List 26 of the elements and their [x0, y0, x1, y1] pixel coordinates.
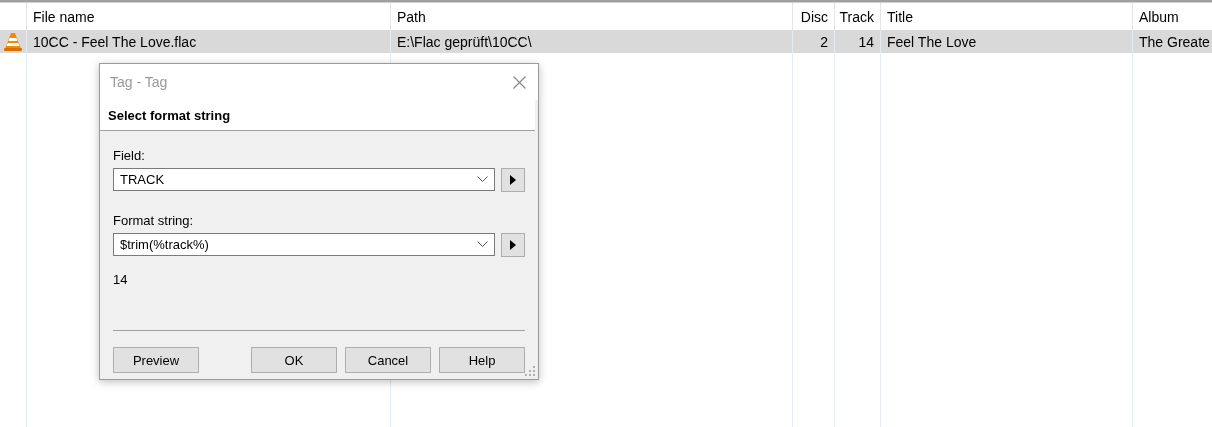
- dialog-button[interactable]: Cancel: [345, 347, 431, 373]
- dialog-button[interactable]: Preview: [113, 347, 199, 373]
- table-cell: 2: [793, 30, 834, 53]
- table-cell: E:\Flac geprüft\10CC\: [391, 30, 792, 53]
- triangle-right-icon[interactable]: [510, 240, 517, 250]
- table-cell: 14: [835, 30, 880, 53]
- chevron-down-icon[interactable]: [477, 176, 489, 183]
- dialog-heading: Select format string: [108, 107, 231, 123]
- preview-result: 14: [113, 270, 129, 289]
- window-title: Tag - Tag: [110, 74, 168, 90]
- triangle-right-icon[interactable]: [510, 175, 517, 185]
- field-label: Field:: [113, 146, 146, 165]
- table-cell: 10CC - Feel The Love.flac: [27, 30, 390, 53]
- chevron-down-icon[interactable]: [477, 241, 489, 248]
- menu-button[interactable]: [501, 168, 525, 192]
- traffic-cone-icon: [4, 31, 22, 52]
- resize-grip-icon[interactable]: [525, 366, 535, 376]
- dialog-button[interactable]: OK: [251, 347, 337, 373]
- menu-button[interactable]: [501, 233, 525, 257]
- dialog-button[interactable]: Help: [439, 347, 525, 373]
- dropdown-field[interactable]: TRACK: [113, 168, 496, 191]
- table-cell: The Greate: [1133, 30, 1212, 53]
- dropdown-field[interactable]: $trim(%track%): [113, 233, 496, 256]
- close-icon[interactable]: [513, 75, 526, 89]
- field-label: Format string:: [113, 211, 195, 230]
- table-cell: Feel The Love: [881, 30, 1132, 53]
